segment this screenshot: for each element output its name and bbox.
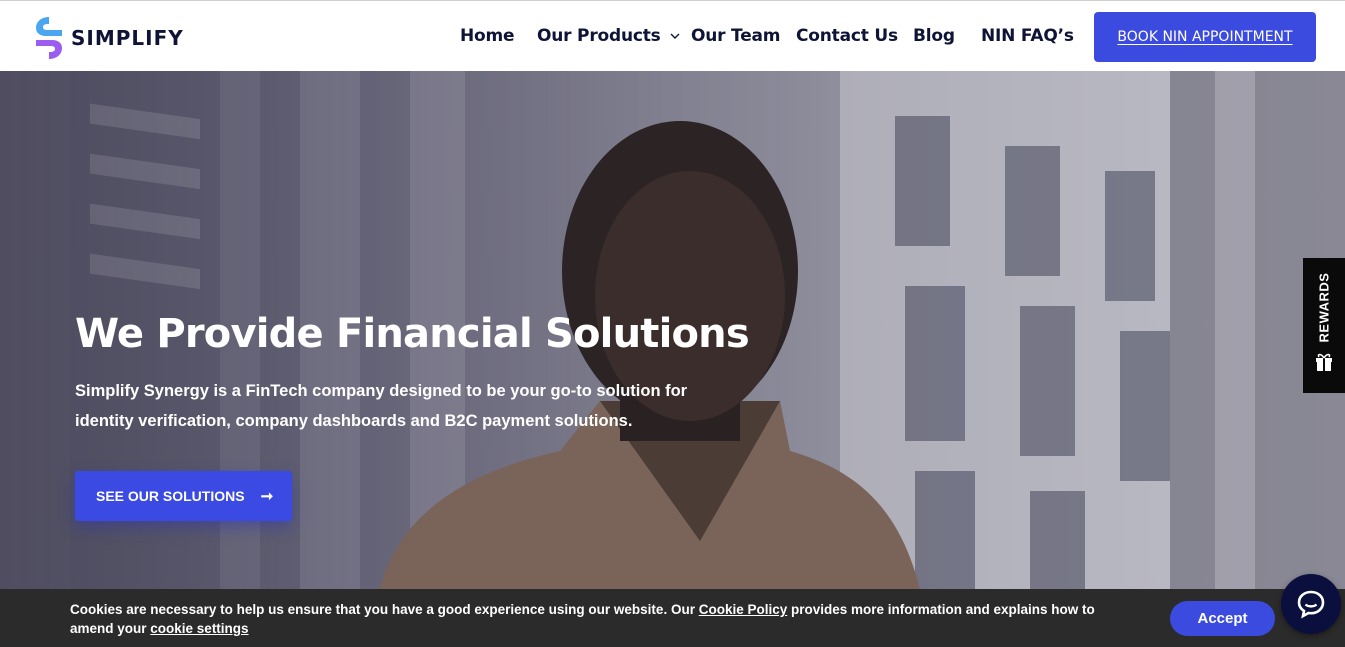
- chat-widget-button[interactable]: [1281, 574, 1341, 634]
- rewards-tab[interactable]: REWARDS: [1303, 258, 1345, 393]
- see-our-solutions-button[interactable]: SEE OUR SOLUTIONS ➞: [75, 471, 292, 521]
- logo-text: SIMPLIFY: [71, 26, 184, 50]
- cookie-banner: Cookies are necessary to help us ensure …: [0, 589, 1345, 647]
- chevron-down-icon: [670, 33, 680, 39]
- hero-section: We Provide Financial Solutions Simplify …: [0, 71, 1345, 589]
- site-header: SIMPLIFY Home Our Products Our Team Cont…: [0, 0, 1345, 71]
- nav-nin-faqs[interactable]: NIN FAQ’s: [981, 26, 1074, 46]
- cookie-policy-link[interactable]: Cookie Policy: [699, 602, 788, 617]
- nav-our-team[interactable]: Our Team: [691, 26, 781, 46]
- nav-blog[interactable]: Blog: [913, 26, 955, 46]
- see-our-solutions-label: SEE OUR SOLUTIONS: [96, 488, 245, 504]
- book-nin-appointment-button[interactable]: BOOK NIN APPOINTMENT: [1094, 12, 1316, 62]
- hero-title: We Provide Financial Solutions: [75, 311, 750, 357]
- hero-description: Simplify Synergy is a FinTech company de…: [75, 382, 688, 430]
- gift-icon: [1316, 353, 1332, 371]
- chat-bubble-icon: [1297, 590, 1325, 619]
- nav-our-products[interactable]: Our Products: [537, 26, 681, 46]
- nav-contact-us[interactable]: Contact Us: [796, 26, 898, 46]
- rewards-label-wrap: REWARDS: [1303, 262, 1345, 352]
- logo[interactable]: SIMPLIFY: [34, 14, 184, 62]
- rewards-label: REWARDS: [1316, 272, 1332, 342]
- cookie-text-1: Cookies are necessary to help us ensure …: [70, 602, 699, 617]
- nav-our-products-label: Our Products: [537, 26, 661, 46]
- cookie-settings-link[interactable]: cookie settings: [150, 621, 248, 636]
- cookie-message: Cookies are necessary to help us ensure …: [70, 600, 1120, 638]
- logo-mark-icon: [36, 17, 62, 59]
- accept-cookies-button[interactable]: Accept: [1170, 601, 1275, 636]
- nav-home[interactable]: Home: [460, 26, 515, 46]
- arrow-right-icon: ➞: [260, 488, 274, 505]
